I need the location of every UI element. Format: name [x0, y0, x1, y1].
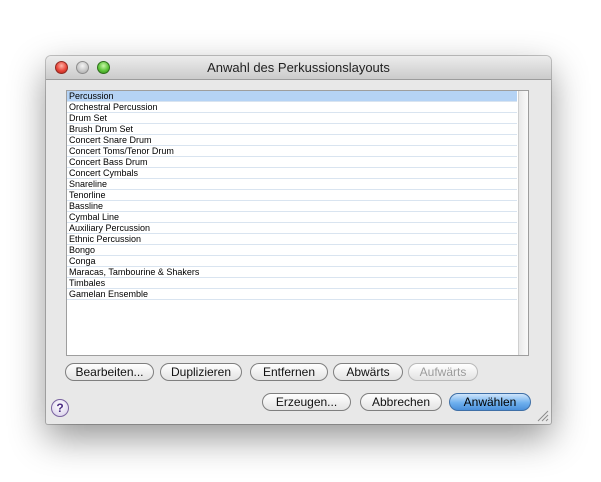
list-item[interactable]: Concert Toms/Tenor Drum	[67, 146, 517, 157]
resize-grip-icon[interactable]	[537, 410, 549, 422]
list-item[interactable]: Orchestral Percussion	[67, 102, 517, 113]
title-bar[interactable]: Anwahl des Perkussionslayouts	[46, 56, 551, 80]
list-item[interactable]: Concert Snare Drum	[67, 135, 517, 146]
list-item[interactable]: Ethnic Percussion	[67, 234, 517, 245]
window-title: Anwahl des Perkussionslayouts	[207, 60, 390, 75]
help-icon[interactable]: ?	[51, 399, 69, 417]
percussion-layout-list[interactable]: Percussion Orchestral Percussion Drum Set B…	[66, 90, 529, 356]
list-item[interactable]: Auxiliary Percussion	[67, 223, 517, 234]
select-button[interactable]: Anwählen	[449, 393, 531, 411]
list-item[interactable]: Cymbal Line	[67, 212, 517, 223]
move-up-button: Aufwärts	[408, 363, 478, 381]
list-scrollbar[interactable]	[518, 91, 528, 355]
list-item[interactable]: Drum Set	[67, 113, 517, 124]
remove-button[interactable]: Entfernen	[250, 363, 328, 381]
create-button[interactable]: Erzeugen...	[262, 393, 351, 411]
list-item[interactable]: Timbales	[67, 278, 517, 289]
list-item[interactable]: Percussion	[67, 91, 517, 102]
list-item[interactable]: Concert Bass Drum	[67, 157, 517, 168]
list-item[interactable]: Concert Cymbals	[67, 168, 517, 179]
list-item[interactable]: Bassline	[67, 201, 517, 212]
list-item[interactable]: Snareline	[67, 179, 517, 190]
list-item[interactable]: Maracas, Tambourine & Shakers	[67, 267, 517, 278]
list-item[interactable]: Gamelan Ensemble	[67, 289, 517, 300]
move-down-button[interactable]: Abwärts	[333, 363, 403, 381]
edit-button[interactable]: Bearbeiten...	[65, 363, 154, 381]
cancel-button[interactable]: Abbrechen	[360, 393, 442, 411]
list-item[interactable]: Conga	[67, 256, 517, 267]
layout-list-items: Percussion Orchestral Percussion Drum Set B…	[67, 91, 517, 300]
duplicate-button[interactable]: Duplizieren	[160, 363, 242, 381]
list-item[interactable]: Bongo	[67, 245, 517, 256]
percussion-layout-dialog: Anwahl des Perkussionslayouts Percussion…	[46, 56, 551, 424]
list-item[interactable]: Tenorline	[67, 190, 517, 201]
list-item[interactable]: Brush Drum Set	[67, 124, 517, 135]
